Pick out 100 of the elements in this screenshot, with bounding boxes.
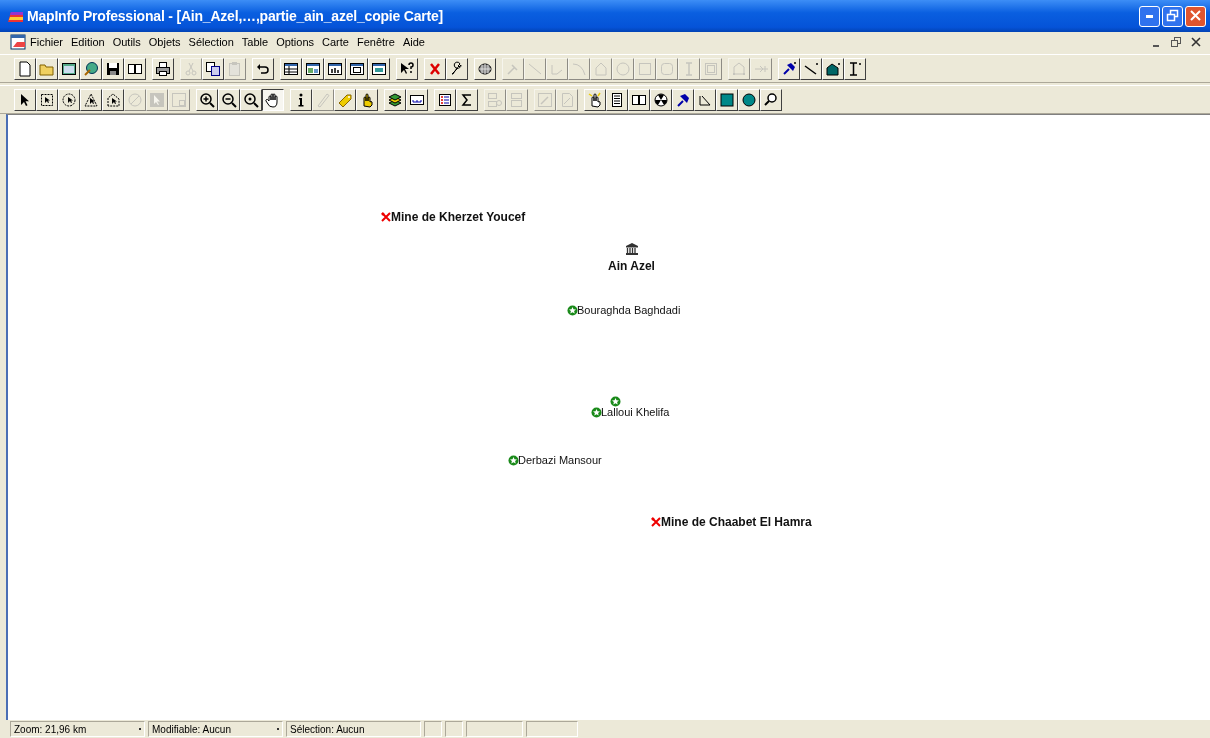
new-map-window-button[interactable] — [302, 57, 324, 80]
arc-icon — [571, 60, 587, 77]
page-icon — [17, 60, 33, 77]
line-icon — [803, 60, 819, 77]
info-button[interactable] — [290, 88, 312, 111]
menu-item[interactable]: Sélection — [184, 35, 238, 49]
undo-button[interactable] — [252, 57, 274, 80]
find-button[interactable] — [760, 88, 782, 111]
flower-icon — [567, 304, 578, 316]
menu-item[interactable]: Table — [237, 35, 273, 49]
wrench-icon — [449, 60, 465, 77]
table-icon — [283, 60, 299, 77]
tag-icon — [337, 91, 353, 108]
new-layout-button[interactable] — [346, 57, 368, 80]
new-graph-button[interactable] — [324, 57, 346, 80]
menu-item[interactable]: Fichier — [26, 35, 67, 49]
window-title: MapInfo Professional - [Ain_Azel,…,partie_ain_azel_copie Carte] — [27, 8, 445, 24]
document-window-icon — [10, 34, 26, 50]
circle-button[interactable] — [738, 88, 760, 111]
child-restore-button[interactable] — [1168, 34, 1184, 50]
open-workspace-button[interactable] — [58, 57, 80, 80]
menu-item[interactable]: Outils — [108, 35, 145, 49]
menu-item[interactable]: Options — [272, 35, 319, 49]
radial-symbol-button[interactable] — [650, 88, 672, 111]
drag-map-button[interactable] — [356, 88, 378, 111]
map-label: Bouraghda Baghdadi — [577, 304, 681, 316]
frame-icon — [703, 60, 719, 77]
minimize-icon — [1146, 14, 1153, 18]
hotlink-button[interactable] — [584, 88, 606, 111]
new-redistrict-button[interactable] — [368, 57, 390, 80]
status-field — [424, 721, 442, 737]
square-button[interactable] — [716, 88, 738, 111]
legend-button[interactable] — [434, 88, 456, 111]
printer-icon — [155, 60, 171, 77]
pushpin-button[interactable] — [672, 88, 694, 111]
dashed-polygon-icon — [83, 91, 99, 108]
scissors-icon — [183, 60, 199, 77]
book-button[interactable] — [628, 88, 650, 111]
text-cursor-icon — [847, 60, 863, 77]
symbol-style-button[interactable] — [778, 57, 800, 80]
menu-item[interactable]: Fenêtre — [352, 35, 399, 49]
zoom-in-button[interactable] — [196, 88, 218, 111]
polyline-button[interactable] — [694, 88, 716, 111]
status-field: Zoom: 21,96 km — [10, 721, 145, 737]
minimize-icon — [1153, 45, 1159, 47]
zoom-out-button[interactable] — [218, 88, 240, 111]
search-icon — [763, 91, 779, 108]
new-browser-button[interactable] — [280, 57, 302, 80]
save-button[interactable] — [102, 57, 124, 80]
ellipse-icon — [615, 60, 631, 77]
scale-bar-button[interactable] — [406, 88, 428, 111]
document-pen-icon — [559, 91, 575, 108]
status-field — [526, 721, 578, 737]
restore-button[interactable] — [1162, 5, 1183, 27]
help-pointer-icon — [399, 60, 415, 77]
square-icon — [719, 91, 735, 108]
stacked-windows-icon — [509, 91, 525, 108]
statistics-button[interactable] — [456, 88, 478, 111]
ruler-icon — [315, 91, 331, 108]
layers-icon — [387, 91, 403, 108]
grabber-button[interactable] — [262, 88, 284, 111]
globe-icon — [83, 60, 99, 77]
menu-item[interactable]: Edition — [67, 35, 109, 49]
run-tool-button[interactable] — [424, 57, 446, 80]
open-dbms-button[interactable] — [80, 57, 102, 80]
minimize-button[interactable] — [1139, 5, 1160, 27]
menu-item[interactable]: Objets — [144, 35, 185, 49]
house-shape-icon — [825, 60, 841, 77]
menu-item[interactable]: Carte — [318, 35, 353, 49]
marquee-select-button[interactable] — [36, 88, 58, 111]
line-style-button[interactable] — [800, 57, 822, 80]
legend-list-icon — [437, 91, 453, 108]
document-button[interactable] — [606, 88, 628, 111]
node-windows-icon — [487, 91, 503, 108]
pushpin-icon — [781, 60, 797, 77]
label-tool-button[interactable] — [334, 88, 356, 111]
dashed-rectangle-icon — [39, 91, 55, 108]
radius-select-button[interactable] — [58, 88, 80, 111]
change-view-button[interactable] — [240, 88, 262, 111]
region-style-button[interactable] — [822, 57, 844, 80]
open-button[interactable] — [36, 57, 58, 80]
status-field: Modifiable: Aucun — [148, 721, 283, 737]
copy-button[interactable] — [202, 57, 224, 80]
sphere-button[interactable] — [474, 57, 496, 80]
layer-control-button[interactable] — [384, 88, 406, 111]
flower-icon — [610, 396, 621, 407]
select-button[interactable] — [14, 88, 36, 111]
print-button[interactable] — [152, 57, 174, 80]
menu-item[interactable]: Aide — [398, 35, 429, 49]
status-field: Sélection: Aucun — [286, 721, 421, 737]
help-button[interactable] — [396, 57, 418, 80]
text-style-button[interactable] — [844, 57, 866, 80]
close-button[interactable] — [1185, 5, 1206, 27]
book-button[interactable] — [124, 57, 146, 80]
new-document-button[interactable] — [14, 57, 36, 80]
zoom-out-icon — [221, 91, 237, 108]
boundary-select-button[interactable] — [102, 88, 124, 111]
polygon-select-button[interactable] — [80, 88, 102, 111]
tool-manager-button[interactable] — [446, 57, 468, 80]
cross-icon — [650, 516, 662, 528]
